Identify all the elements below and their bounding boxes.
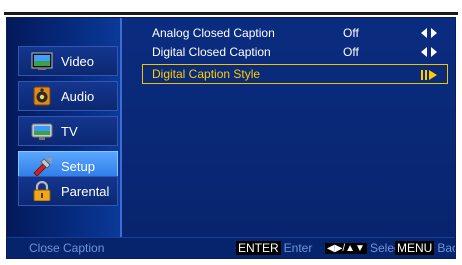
sidebar-item-parental[interactable]: Parental [18,176,118,206]
video-icon [31,51,53,71]
menu-row-digital-closed-caption[interactable]: Digital Closed Caption Off [145,43,445,61]
sidebar-item-audio[interactable]: Audio [18,81,118,111]
menu-hint-group: MENU Back [395,241,455,255]
menu-row-label: Analog Closed Caption [152,26,275,40]
sidebar-item-video[interactable]: Video [18,46,118,76]
status-bar: Close Caption ENTER Enter ◀▶/▲▼ Select M… [7,237,455,258]
settings-panel: Analog Closed Caption Off Digital Closed… [122,18,455,237]
menu-key-badge: MENU [395,241,435,255]
enter-key-badge: ENTER [236,241,281,255]
left-right-arrows-icon[interactable] [421,46,437,58]
menu-row-analog-closed-caption[interactable]: Analog Closed Caption Off [145,24,445,42]
status-title: Close Caption [29,241,105,255]
sidebar-item-label: Parental [61,183,110,199]
enter-submenu-icon[interactable] [421,69,437,81]
menu-row-value: Off [343,45,359,59]
menu-row-label: Digital Caption Style [152,67,261,81]
osd-menu-window: Video Audio TV Setup Parental Analog Clo… [6,17,456,259]
menu-hint-label: Back [437,241,455,255]
sidebar-item-label: Setup [61,158,95,174]
sidebar-item-label: Audio [61,88,95,104]
enter-hint-label: Enter [283,241,313,255]
menu-row-value: Off [343,26,359,40]
parental-lock-icon [31,180,53,202]
menu-row-digital-caption-style[interactable]: Digital Caption Style [142,64,448,84]
top-strip [0,0,462,16]
setup-icon [31,156,53,177]
tv-icon [31,121,53,141]
enter-hint-group: ENTER Enter [236,241,312,255]
audio-icon [31,86,53,106]
navigation-arrows-icon: ◀▶/▲▼ [325,242,367,254]
left-right-arrows-icon[interactable] [421,27,437,39]
menu-row-label: Digital Closed Caption [152,45,271,59]
sidebar-item-label: Video [61,53,95,69]
category-sidebar: Video Audio TV Setup Parental [7,18,122,237]
select-hint-group: ◀▶/▲▼ Select [325,241,403,255]
top-divider [4,12,458,15]
sidebar-item-tv[interactable]: TV [18,116,118,146]
sidebar-item-label: TV [61,123,78,139]
